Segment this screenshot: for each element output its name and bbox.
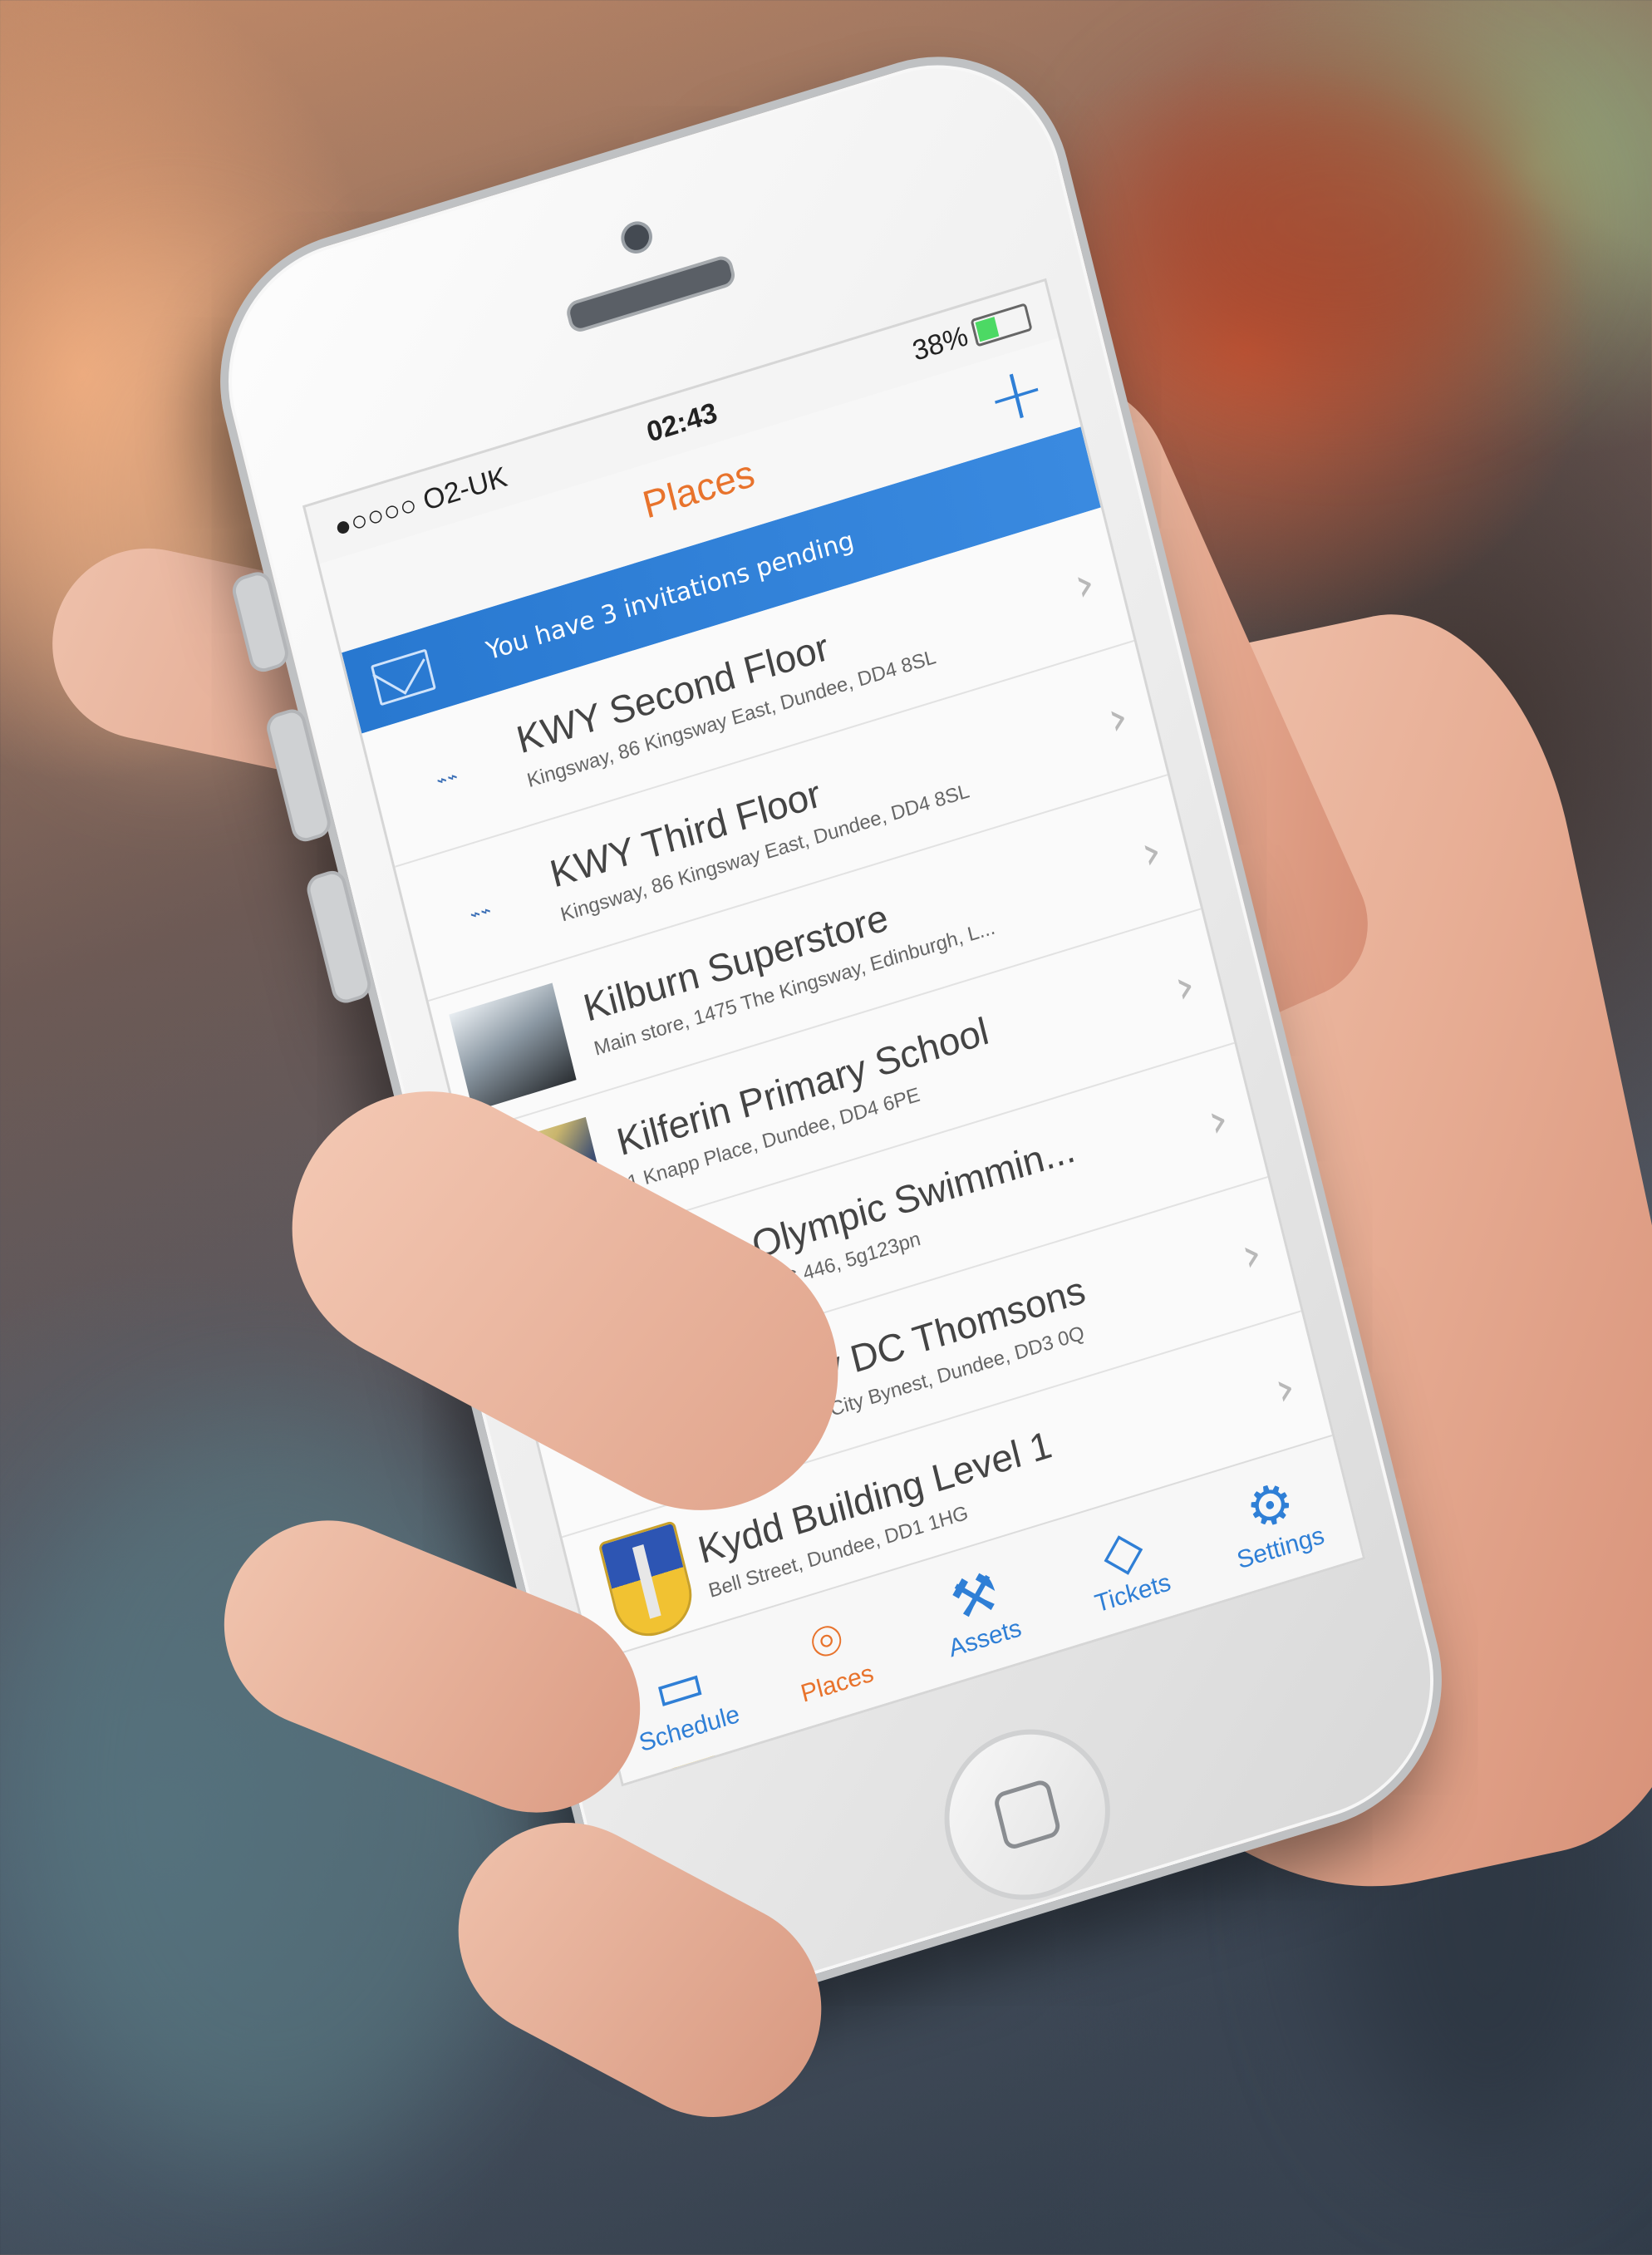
chevron-right-icon: › — [1236, 1224, 1267, 1283]
volume-up-button[interactable] — [263, 706, 334, 845]
chevron-right-icon: › — [1102, 688, 1133, 747]
company-logo-icon: ⌁⌁ — [432, 765, 460, 792]
chevron-right-icon: › — [1169, 957, 1201, 1015]
chevron-right-icon: › — [1136, 823, 1168, 881]
crest-icon — [597, 1519, 700, 1646]
volume-down-button[interactable] — [303, 867, 374, 1007]
chevron-right-icon: › — [1202, 1091, 1234, 1150]
envelope-icon — [370, 648, 436, 707]
home-button[interactable] — [927, 1708, 1128, 1921]
front-camera — [617, 217, 656, 258]
battery-fill — [975, 316, 1000, 342]
chevron-right-icon: › — [1069, 554, 1100, 613]
battery-percent: 38% — [909, 319, 971, 367]
company-logo-icon: ⌁⌁ — [465, 899, 493, 927]
home-square-icon — [992, 1777, 1063, 1852]
battery-icon — [970, 303, 1033, 347]
location-pin-icon: ⌾ — [804, 1608, 849, 1676]
place-thumbnail — [449, 982, 577, 1112]
background-blur — [1122, 66, 1554, 382]
earpiece-speaker — [564, 253, 738, 335]
chevron-right-icon: › — [1269, 1359, 1301, 1417]
